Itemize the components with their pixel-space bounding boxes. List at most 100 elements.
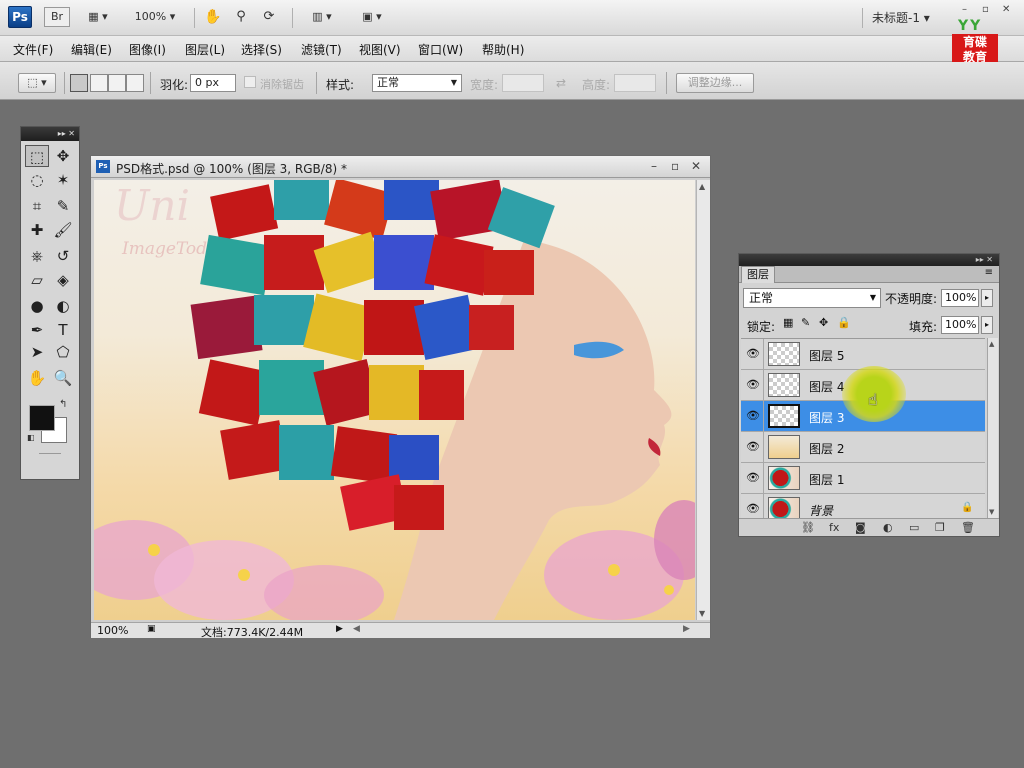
default-colors-icon[interactable]: ◧: [27, 433, 35, 442]
style-select[interactable]: 正常 ▼: [372, 74, 462, 92]
refine-edge-button[interactable]: 调整边缘...: [676, 73, 754, 93]
layer-thumbnail[interactable]: [768, 373, 800, 397]
visibility-eye-icon[interactable]: 👁: [745, 378, 761, 392]
tool-preset-picker[interactable]: ⬚ ▾: [18, 73, 56, 93]
layers-scrollbar[interactable]: ▲ ▼: [987, 338, 998, 518]
adjustment-icon[interactable]: ◐: [883, 521, 893, 534]
lasso-icon[interactable]: ◌: [25, 169, 49, 191]
shape-icon[interactable]: ⬠: [51, 341, 75, 363]
antialias-checkbox[interactable]: [244, 76, 256, 88]
layer-name[interactable]: 背景: [809, 502, 833, 519]
healing-icon[interactable]: ✚: [25, 219, 49, 241]
hand-icon[interactable]: ✋: [25, 367, 49, 389]
menu-help[interactable]: 帮助(H): [482, 41, 524, 58]
menu-layer[interactable]: 图层(L): [185, 41, 225, 58]
type-icon[interactable]: T: [51, 319, 75, 341]
visibility-eye-icon[interactable]: 👁: [745, 471, 761, 485]
opacity-input[interactable]: 100%: [941, 289, 979, 307]
maximize-icon[interactable]: ▫: [982, 4, 989, 15]
menu-select[interactable]: 选择(S): [241, 41, 282, 58]
menu-image[interactable]: 图像(I): [129, 41, 166, 58]
document-tab-dropdown[interactable]: 未标题-1 ▾: [872, 9, 930, 26]
zoom-icon[interactable]: 🔍: [51, 367, 75, 389]
layer-row[interactable]: 👁 图层 5: [741, 339, 985, 370]
lock-transparency-icon[interactable]: ▦: [783, 316, 793, 329]
tools-panel-header[interactable]: ▸▸ ✕: [21, 127, 79, 141]
minimize-icon[interactable]: –: [651, 159, 657, 173]
add-to-selection-icon[interactable]: [90, 74, 108, 92]
status-options-icon[interactable]: ▣: [147, 624, 156, 634]
visibility-eye-icon[interactable]: 👁: [745, 502, 761, 516]
opacity-slider-arrow-icon[interactable]: ▸: [981, 289, 993, 307]
layer-name[interactable]: 图层 4: [809, 378, 844, 395]
document-title-bar[interactable]: Ps PSD格式.psd @ 100% (图层 3, RGB/8) * – ▫ …: [91, 156, 710, 178]
layers-panel-header[interactable]: ▸▸ ✕: [739, 254, 999, 266]
menu-filter[interactable]: 滤镜(T): [301, 41, 342, 58]
subtract-from-selection-icon[interactable]: [108, 74, 126, 92]
magic-wand-icon[interactable]: ✶: [51, 169, 75, 191]
marquee-icon[interactable]: ⬚: [25, 145, 49, 167]
layer-name[interactable]: 图层 2: [809, 440, 844, 457]
intersect-selection-icon[interactable]: [126, 74, 144, 92]
dodge-icon[interactable]: ◐: [51, 295, 75, 317]
blend-mode-select[interactable]: 正常 ▼: [743, 288, 881, 308]
minimize-icon[interactable]: –: [962, 4, 967, 15]
swap-colors-icon[interactable]: ↰: [59, 399, 67, 410]
panel-menu-icon[interactable]: ≡: [985, 267, 993, 278]
status-menu-arrow-icon[interactable]: ▶: [336, 624, 343, 634]
bridge-button[interactable]: Br: [44, 7, 70, 27]
scroll-down-icon[interactable]: ▼: [699, 609, 705, 618]
fill-slider-arrow-icon[interactable]: ▸: [981, 316, 993, 334]
link-icon[interactable]: ⛓: [801, 521, 815, 534]
visibility-eye-icon[interactable]: 👁: [745, 409, 761, 423]
zoom-tool-icon[interactable]: ⚲: [230, 7, 252, 27]
status-zoom-field[interactable]: 100%: [97, 624, 128, 637]
pen-icon[interactable]: ✒: [25, 319, 49, 341]
group-icon[interactable]: ▭: [909, 521, 919, 534]
fx-icon[interactable]: fx: [829, 521, 839, 534]
blur-icon[interactable]: ●: [25, 295, 49, 317]
new-layer-icon[interactable]: ❐: [935, 521, 945, 534]
maximize-icon[interactable]: ▫: [671, 159, 679, 173]
tab-layers[interactable]: 图层: [741, 266, 775, 283]
vertical-scrollbar[interactable]: ▲ ▼: [696, 180, 710, 620]
lock-position-icon[interactable]: ✥: [819, 316, 828, 329]
paint-bucket-icon[interactable]: ◈: [51, 269, 75, 291]
crop-icon[interactable]: ⌗: [25, 195, 49, 217]
menu-view[interactable]: 视图(V): [359, 41, 401, 58]
hand-tool-icon[interactable]: ✋: [202, 7, 224, 27]
menu-edit[interactable]: 编辑(E): [71, 41, 112, 58]
screen-mode-button[interactable]: ▣ ▾: [352, 7, 392, 27]
image-canvas[interactable]: Uni ImageTod: [94, 180, 695, 620]
visibility-eye-icon[interactable]: 👁: [745, 440, 761, 454]
close-icon[interactable]: ✕: [691, 159, 701, 173]
layer-thumbnail[interactable]: [768, 342, 800, 366]
new-selection-icon[interactable]: [70, 74, 88, 92]
arrange-documents-button[interactable]: ▥ ▾: [302, 7, 342, 27]
eyedropper-icon[interactable]: ✎: [51, 195, 75, 217]
mask-icon[interactable]: ◙: [855, 521, 866, 534]
layer-name[interactable]: 图层 1: [809, 471, 844, 488]
layer-thumbnail[interactable]: [768, 466, 800, 490]
move-icon[interactable]: ✥: [51, 145, 75, 167]
layer-thumbnail[interactable]: [768, 404, 800, 428]
layer-row[interactable]: 👁 图层 1: [741, 463, 985, 494]
menu-file[interactable]: 文件(F): [13, 41, 53, 58]
menu-window[interactable]: 窗口(W): [418, 41, 463, 58]
scroll-down-icon[interactable]: ▼: [989, 508, 994, 516]
visibility-eye-icon[interactable]: 👁: [745, 347, 761, 361]
feather-input[interactable]: 0 px: [190, 74, 236, 92]
scroll-right-icon[interactable]: ▶: [683, 624, 690, 634]
close-icon[interactable]: ✕: [1002, 4, 1010, 15]
lock-all-icon[interactable]: 🔒: [837, 316, 851, 329]
layer-name[interactable]: 图层 5: [809, 347, 844, 364]
rotate-view-icon[interactable]: ⟳: [258, 7, 280, 27]
trash-icon[interactable]: 🗑: [961, 521, 975, 534]
fill-input[interactable]: 100%: [941, 316, 979, 334]
scroll-left-icon[interactable]: ◀: [353, 624, 360, 634]
foreground-color-swatch[interactable]: [29, 405, 55, 431]
brush-icon[interactable]: 🖌: [51, 219, 75, 241]
clone-stamp-icon[interactable]: ⎈: [25, 245, 49, 267]
layer-name[interactable]: 图层 3: [809, 409, 844, 426]
history-brush-icon[interactable]: ↺: [51, 245, 75, 267]
